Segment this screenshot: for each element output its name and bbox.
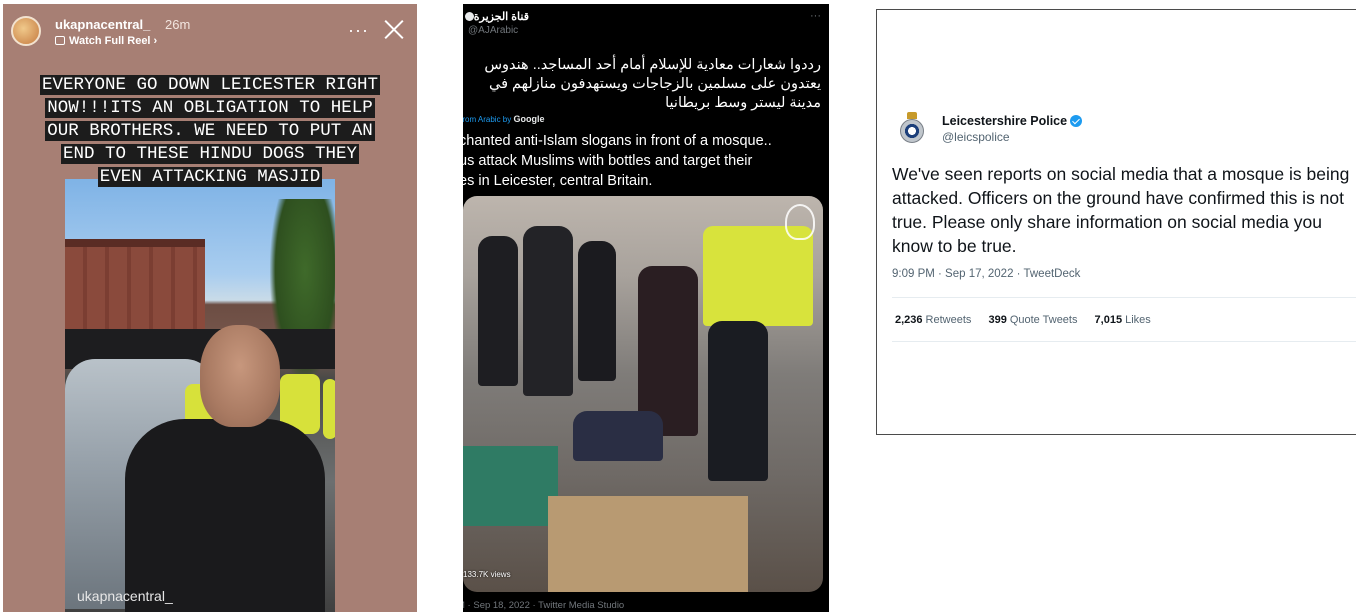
tweet-video[interactable] bbox=[463, 196, 823, 592]
verified-icon bbox=[464, 12, 474, 21]
story-watermark: ukapnacentral_ bbox=[77, 588, 173, 604]
caption-line: EVERYONE GO DOWN LEICESTER RIGHT bbox=[39, 75, 381, 95]
watch-full-reel-label: Watch Full Reel › bbox=[69, 35, 158, 47]
tweet-stats: 2,236 Retweets 399 Quote Tweets 7,015 Likes bbox=[895, 314, 1165, 326]
english-line: chanted anti-Islam slogans in front of a… bbox=[463, 133, 772, 149]
watch-full-reel-link[interactable]: Watch Full Reel › bbox=[55, 35, 157, 47]
video-person bbox=[478, 236, 518, 386]
divider bbox=[892, 297, 1356, 298]
video-crate bbox=[463, 446, 558, 526]
video-person bbox=[578, 241, 616, 381]
police-handle[interactable]: @leicspolice bbox=[942, 130, 1010, 144]
video-views: 133.7K views bbox=[463, 570, 511, 579]
stat-label: Retweets bbox=[925, 314, 972, 326]
crown-icon bbox=[907, 112, 917, 119]
photo-man-head bbox=[200, 325, 280, 427]
story-header: ukapnacentral_ 26m Watch Full Reel › ··· bbox=[3, 4, 417, 64]
more-icon[interactable]: ··· bbox=[810, 10, 821, 22]
police-badge-avatar[interactable] bbox=[898, 112, 926, 144]
likes-stat[interactable]: 7,015 Likes bbox=[1095, 314, 1151, 326]
translator-name: Google bbox=[513, 114, 545, 124]
story-photo bbox=[65, 179, 335, 612]
arabic-line: رددوا شعارات معادية للإسلام أمام أحد الم… bbox=[484, 57, 821, 73]
police-display-name[interactable]: Leicestershire Police bbox=[942, 114, 1083, 128]
video-police-vest bbox=[703, 226, 813, 326]
photo-police-vest bbox=[323, 379, 335, 439]
english-line: us attack Muslims with bottles and targe… bbox=[463, 153, 753, 169]
quote-tweets-stat[interactable]: 399 Quote Tweets bbox=[988, 314, 1077, 326]
instagram-story-panel: ukapnacentral_ 26m Watch Full Reel › ···… bbox=[3, 4, 417, 612]
story-caption: EVERYONE GO DOWN LEICESTER RIGHT NOW!!!I… bbox=[7, 74, 413, 189]
arabic-line: يعتدون على مسلمين بالزجاجات ويستهدفون من… bbox=[488, 76, 821, 92]
retweets-stat[interactable]: 2,236 Retweets bbox=[895, 314, 971, 326]
aj-tweet-footer: M · Sep 18, 2022 · Twitter Media Studio bbox=[463, 600, 625, 611]
stat-label: Likes bbox=[1125, 314, 1151, 326]
stat-label: Quote Tweets bbox=[1009, 314, 1078, 326]
police-tweet-text: We've seen reports on social media that … bbox=[892, 164, 1350, 256]
english-line: es in Leicester, central Britain. bbox=[463, 173, 653, 189]
video-person bbox=[573, 411, 663, 461]
aj-handle[interactable]: @AJArabic bbox=[468, 25, 518, 36]
video-box bbox=[548, 496, 748, 592]
close-icon[interactable] bbox=[383, 18, 405, 40]
aljazeera-logo bbox=[785, 204, 815, 240]
story-time: 26m bbox=[165, 17, 191, 32]
caption-line: OUR BROTHERS. WE NEED TO PUT AN bbox=[45, 121, 375, 141]
translated-from-label: ed from Arabic by bbox=[463, 115, 512, 124]
story-username[interactable]: ukapnacentral_ bbox=[55, 17, 150, 32]
aj-arabic-text: رددوا شعارات معادية للإسلام أمام أحد الم… bbox=[463, 56, 821, 113]
video-person bbox=[708, 321, 768, 481]
police-tweet-meta[interactable]: 9:09 PM · Sep 17, 2022 · TweetDeck bbox=[892, 268, 1080, 280]
caption-line: EVEN ATTACKING MASJID bbox=[97, 167, 323, 187]
translated-notice[interactable]: ed from Arabic by Google bbox=[463, 114, 544, 124]
stat-value: 2,236 bbox=[895, 314, 923, 326]
police-badge-icon bbox=[900, 119, 924, 143]
aj-name-text: قناة الجزيرة bbox=[473, 11, 529, 23]
divider bbox=[892, 341, 1356, 342]
reel-icon bbox=[55, 36, 65, 45]
aj-english-text: chanted anti-Islam slogans in front of a… bbox=[463, 131, 829, 191]
aljazeera-tweet-panel: قناة الجزيرة @AJArabic ··· رددوا شعارات … bbox=[463, 4, 829, 612]
verified-icon bbox=[1070, 115, 1083, 127]
arabic-line: مدينة ليستر وسط بريطانيا bbox=[665, 95, 821, 111]
aj-display-name[interactable]: قناة الجزيرة bbox=[463, 10, 529, 23]
video-person bbox=[523, 226, 573, 396]
stat-value: 7,015 bbox=[1094, 314, 1123, 326]
more-icon[interactable]: ··· bbox=[348, 20, 369, 41]
police-name-text: Leicestershire Police bbox=[942, 114, 1068, 128]
stat-value: 399 bbox=[988, 314, 1007, 326]
police-tweet-panel: Leicestershire Police @leicspolice ··· W… bbox=[876, 9, 1356, 435]
avatar[interactable] bbox=[11, 16, 41, 46]
caption-line: END TO THESE HINDU DOGS THEY bbox=[60, 144, 360, 164]
caption-line: NOW!!!ITS AN OBLIGATION TO HELP bbox=[45, 98, 375, 118]
photo-man-body bbox=[125, 419, 325, 612]
photo-roofline bbox=[65, 239, 205, 247]
screenshot-canvas: ukapnacentral_ 26m Watch Full Reel › ···… bbox=[0, 0, 1356, 612]
